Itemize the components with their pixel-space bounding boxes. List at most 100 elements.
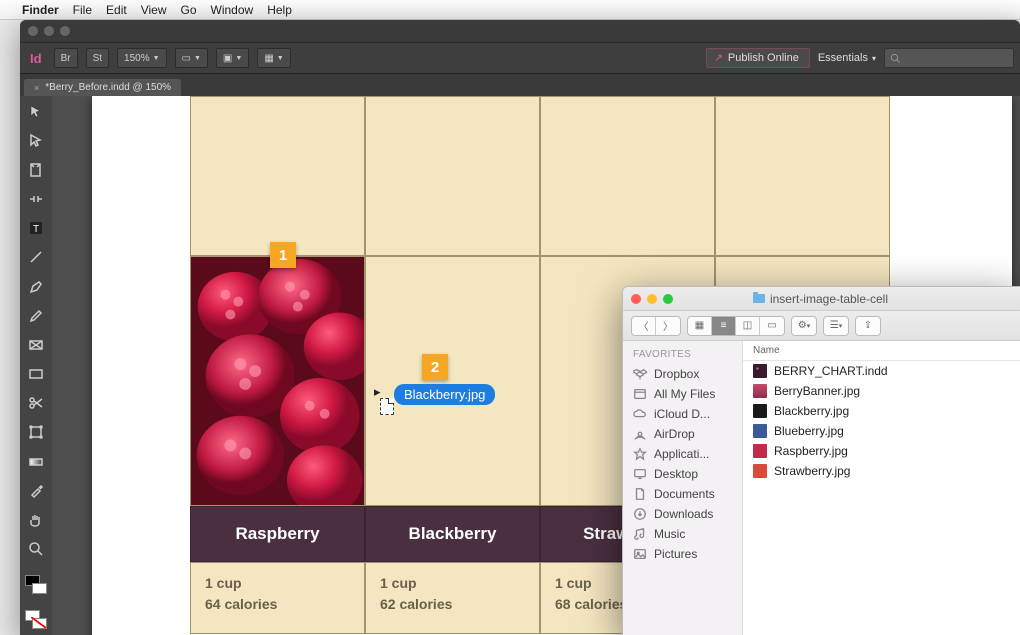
scissors-tool-icon[interactable] <box>25 394 47 413</box>
minimize-window-icon[interactable] <box>647 294 657 304</box>
zoom-dropdown[interactable]: 150%▼ <box>117 48 167 68</box>
arrange-button[interactable]: ▦▼ <box>257 48 290 68</box>
document-tab-label: *Berry_Before.indd @ 150% <box>45 82 171 93</box>
file-item[interactable]: Raspberry.jpg <box>743 441 1020 461</box>
file-item[interactable]: Strawberry.jpg <box>743 461 1020 481</box>
sidebar-item-icloud[interactable]: iCloud D... <box>623 404 742 424</box>
jpg-file-icon <box>753 424 767 438</box>
drag-file-tooltip: Blackberry.jpg <box>394 384 495 405</box>
menu-file[interactable]: File <box>73 3 92 17</box>
bridge-button[interactable]: Br <box>54 48 78 68</box>
hand-tool-icon[interactable] <box>25 510 47 529</box>
page-tool-icon[interactable] <box>25 160 47 179</box>
indd-file-icon <box>753 364 767 378</box>
default-fill-stroke[interactable] <box>25 610 47 629</box>
menu-window[interactable]: Window <box>211 3 254 17</box>
finder-sidebar: Favorites Dropbox All My Files iCloud D.… <box>623 341 743 635</box>
applications-icon <box>633 447 647 461</box>
menu-view[interactable]: View <box>141 3 167 17</box>
search-icon <box>890 53 901 64</box>
zoom-value: 150% <box>124 53 150 64</box>
table-cell[interactable] <box>190 96 365 256</box>
menu-go[interactable]: Go <box>181 3 197 17</box>
sidebar-item-desktop[interactable]: Desktop <box>623 464 742 484</box>
file-item[interactable]: Blueberry.jpg <box>743 421 1020 441</box>
free-transform-tool-icon[interactable] <box>25 423 47 442</box>
indesign-document-tabbar: × *Berry_Before.indd @ 150% <box>20 74 1020 96</box>
finder-toolbar: 〈〉 ▦ ≡ ◫ ▭ ⚙▾ ☰▾ ⇪ <box>623 311 1020 341</box>
search-input[interactable] <box>884 48 1014 68</box>
pen-tool-icon[interactable] <box>25 277 47 296</box>
list-column-header[interactable]: Name <box>743 341 1020 361</box>
folder-icon <box>753 294 765 303</box>
table-header-cell[interactable]: Raspberry <box>190 506 365 562</box>
sidebar-item-pictures[interactable]: Pictures <box>623 544 742 564</box>
zoom-tool-icon[interactable] <box>25 540 47 559</box>
view-mode-segmented[interactable]: ▦ ≡ ◫ ▭ <box>687 316 785 336</box>
arrange-dropdown[interactable]: ⚙▾ <box>791 316 817 336</box>
file-item[interactable]: BERRY_CHART.indd <box>743 361 1020 381</box>
file-item[interactable]: Blackberry.jpg <box>743 401 1020 421</box>
indesign-app-toolbar: Id Br St 150%▼ ▭▼ ▣▼ ▦▼ ↗Publish Online … <box>20 42 1020 74</box>
music-icon <box>633 527 647 541</box>
table-data-cell[interactable]: 1 cup62 calories <box>365 562 540 634</box>
rectangle-frame-tool-icon[interactable] <box>25 335 47 354</box>
zoom-window-icon[interactable] <box>663 294 673 304</box>
jpg-file-icon <box>753 404 767 418</box>
finder-traffic-lights[interactable] <box>631 294 673 304</box>
direct-selection-tool-icon[interactable] <box>25 131 47 150</box>
list-view-button[interactable]: ≡ <box>712 317 736 335</box>
line-tool-icon[interactable] <box>25 248 47 267</box>
workspace-dropdown[interactable]: Essentials▾ <box>818 52 876 64</box>
sidebar-item-downloads[interactable]: Downloads <box>623 504 742 524</box>
gradient-swatch-tool-icon[interactable] <box>25 452 47 471</box>
gap-tool-icon[interactable] <box>25 190 47 209</box>
icon-view-button[interactable]: ▦ <box>688 317 712 335</box>
menu-edit[interactable]: Edit <box>106 3 127 17</box>
back-button[interactable]: 〈 <box>632 317 656 335</box>
finder-file-list: Name BERRY_CHART.indd BerryBanner.jpg Bl… <box>743 341 1020 635</box>
indesign-traffic-lights[interactable] <box>28 26 70 36</box>
sidebar-item-documents[interactable]: Documents <box>623 484 742 504</box>
table-cell[interactable] <box>540 96 715 256</box>
sidebar-item-applications[interactable]: Applicati... <box>623 444 742 464</box>
type-tool-icon[interactable]: T <box>25 219 47 238</box>
sidebar-item-music[interactable]: Music <box>623 524 742 544</box>
rectangle-tool-icon[interactable] <box>25 365 47 384</box>
sidebar-item-airdrop[interactable]: AirDrop <box>623 424 742 444</box>
jpg-file-icon <box>753 384 767 398</box>
table-data-cell[interactable]: 1 cup64 calories <box>190 562 365 634</box>
menubar-app-name[interactable]: Finder <box>22 3 59 17</box>
file-item[interactable]: BerryBanner.jpg <box>743 381 1020 401</box>
callout-1: 1 <box>270 242 296 268</box>
pencil-tool-icon[interactable] <box>25 306 47 325</box>
stock-button[interactable]: St <box>86 48 109 68</box>
table-cell[interactable] <box>715 96 890 256</box>
table-cell[interactable] <box>365 96 540 256</box>
gallery-view-button[interactable]: ▭ <box>760 317 784 335</box>
forward-button[interactable]: 〉 <box>656 317 680 335</box>
macos-menubar: Finder File Edit View Go Window Help <box>0 0 1020 20</box>
close-window-icon[interactable] <box>631 294 641 304</box>
tool-panel: T <box>20 96 52 635</box>
finder-titlebar[interactable]: insert-image-table-cell <box>623 287 1020 311</box>
action-dropdown[interactable]: ☰▾ <box>823 316 849 336</box>
share-button[interactable]: ⇪ <box>855 316 881 336</box>
table-header-cell[interactable]: Blackberry <box>365 506 540 562</box>
eyedropper-tool-icon[interactable] <box>25 481 47 500</box>
document-tab[interactable]: × *Berry_Before.indd @ 150% <box>24 79 181 96</box>
table-cell[interactable] <box>365 256 540 506</box>
sidebar-item-dropbox[interactable]: Dropbox <box>623 364 742 384</box>
nav-back-forward[interactable]: 〈〉 <box>631 316 681 336</box>
publish-online-button[interactable]: ↗Publish Online <box>706 48 810 68</box>
sidebar-item-all-my-files[interactable]: All My Files <box>623 384 742 404</box>
close-tab-icon[interactable]: × <box>34 83 39 93</box>
downloads-icon <box>633 507 647 521</box>
menu-help[interactable]: Help <box>267 3 292 17</box>
screen-mode-button[interactable]: ▣▼ <box>216 48 249 68</box>
selection-tool-icon[interactable] <box>25 102 47 121</box>
column-view-button[interactable]: ◫ <box>736 317 760 335</box>
fill-stroke-swatch[interactable] <box>25 575 47 594</box>
view-options-button[interactable]: ▭▼ <box>175 48 208 68</box>
raspberry-image-cell[interactable] <box>190 256 365 506</box>
